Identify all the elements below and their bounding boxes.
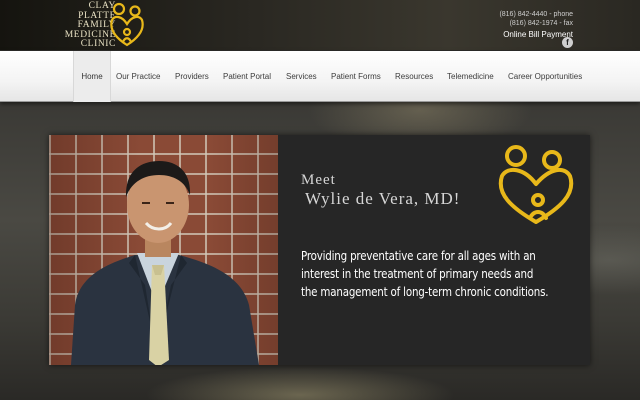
doctor-tagline: Providing preventative care for all ages…: [301, 247, 581, 301]
online-bill-payment-link[interactable]: Online Bill Payment: [499, 29, 573, 40]
nav-item-patient-forms[interactable]: Patient Forms: [331, 51, 381, 102]
nav-item-resources[interactable]: Resources: [395, 51, 433, 102]
logo-line: Clinic: [80, 39, 116, 49]
doctor-portrait-photo: [49, 135, 278, 365]
family-hearts-icon: [110, 2, 144, 47]
tagline-line: Providing preventative care for all ages…: [301, 249, 536, 263]
main-nav: Home Our Practice Providers Patient Port…: [0, 51, 640, 102]
meet-line: Meet: [301, 172, 336, 188]
contact-info: (816) 842-4440 - phone (816) 842-1974 - …: [499, 11, 573, 40]
phone-number[interactable]: (816) 842-4440 - phone: [499, 11, 573, 20]
doctor-name: Wylie de Vera, MD!: [305, 189, 461, 208]
family-hearts-icon: [498, 145, 574, 224]
tagline-line: interest in the treatment of primary nee…: [301, 267, 534, 281]
tagline-line: the management of long-term chronic cond…: [301, 285, 549, 299]
nav-item-home[interactable]: Home: [73, 51, 111, 102]
nav-item-career-opportunities[interactable]: Career Opportunities: [508, 51, 582, 102]
doctor-figure: [71, 161, 259, 365]
nav-item-our-practice[interactable]: Our Practice: [116, 51, 160, 102]
site-header: Clay Platte Family Medicine Clinic (816)…: [0, 0, 640, 50]
nav-item-telemedicine[interactable]: Telemedicine: [447, 51, 494, 102]
logo-wordmark: Clay Platte Family Medicine Clinic: [54, 1, 116, 50]
nav-item-patient-portal[interactable]: Patient Portal: [223, 51, 271, 102]
nav-item-services[interactable]: Services: [286, 51, 317, 102]
meet-doctor-heading: Meet Wylie de Vera, MD!: [301, 171, 460, 209]
hero-banner[interactable]: Meet Wylie de Vera, MD! Providing preven…: [49, 135, 590, 365]
facebook-icon[interactable]: f: [562, 37, 573, 48]
fax-number: (816) 842-1974 - fax: [509, 19, 573, 27]
clinic-logo[interactable]: Clay Platte Family Medicine Clinic: [54, 1, 146, 50]
nav-item-providers[interactable]: Providers: [175, 51, 209, 102]
